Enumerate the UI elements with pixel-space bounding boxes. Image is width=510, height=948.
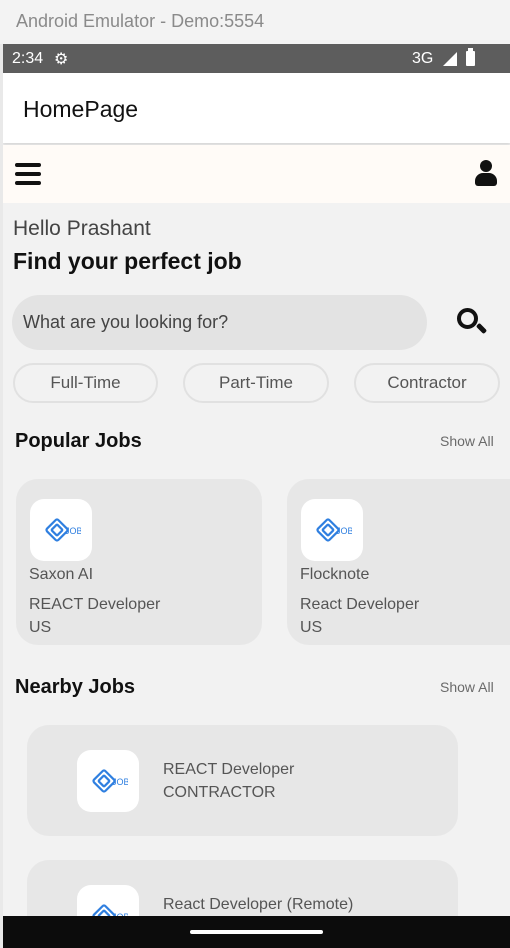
- company-name: Saxon AI: [29, 566, 94, 583]
- gear-icon: ⚙: [54, 51, 69, 68]
- job-location: US: [300, 619, 323, 636]
- nearby-jobs-show-all[interactable]: Show All: [440, 679, 494, 695]
- job-logo-icon: JOB: [77, 750, 139, 812]
- job-role: REACT Developer: [29, 596, 161, 613]
- job-logo-icon: JOB: [30, 499, 92, 561]
- chip-part-time[interactable]: Part-Time: [183, 363, 329, 403]
- user-icon[interactable]: [474, 160, 498, 188]
- job-title: REACT Developer: [163, 761, 295, 778]
- job-logo-icon: JOB: [301, 499, 363, 561]
- job-role: React Developer: [300, 596, 420, 613]
- popular-job-card[interactable]: JOB Flocknote React Developer US: [287, 479, 510, 645]
- search-box: [12, 295, 427, 350]
- header-row: [3, 145, 510, 203]
- home-gesture-handle[interactable]: [190, 930, 323, 934]
- battery-icon: [466, 48, 475, 66]
- company-name: Flocknote: [300, 566, 370, 583]
- navigation-bar: [3, 916, 510, 948]
- headline-text: Find your perfect job: [13, 248, 242, 274]
- search-icon[interactable]: [455, 306, 489, 340]
- status-bar: 2:34 ⚙ 3G: [3, 44, 510, 73]
- chip-contractor[interactable]: Contractor: [354, 363, 500, 403]
- popular-jobs-title: Popular Jobs: [15, 430, 142, 452]
- nearby-jobs-title: Nearby Jobs: [15, 676, 136, 698]
- job-type: CONTRACTOR: [163, 784, 276, 801]
- greeting-text: Hello Prashant: [13, 217, 151, 240]
- popular-job-card[interactable]: JOB Saxon AI REACT Developer US: [16, 479, 262, 645]
- app-bar: HomePage: [3, 73, 510, 143]
- emulator-title-bar: Android Emulator - Demo:5554: [0, 0, 510, 44]
- status-time: 2:34: [12, 50, 44, 67]
- svg-text:JOB: JOB: [65, 526, 81, 536]
- device-screen: 2:34 ⚙ 3G HomePage Hello Prashant Find y…: [3, 44, 510, 948]
- app-bar-title: HomePage: [23, 96, 139, 122]
- svg-text:JOB: JOB: [112, 777, 128, 787]
- job-title: React Developer (Remote): [163, 896, 354, 913]
- hamburger-menu-icon[interactable]: [15, 163, 41, 185]
- signal-icon: [443, 52, 457, 66]
- job-location: US: [29, 619, 52, 636]
- network-type: 3G: [412, 50, 434, 67]
- nearby-job-card[interactable]: JOB REACT Developer CONTRACTOR: [27, 725, 458, 836]
- chip-full-time[interactable]: Full-Time: [13, 363, 158, 403]
- emulator-title: Android Emulator - Demo:5554: [16, 11, 265, 31]
- svg-text:JOB: JOB: [336, 526, 352, 536]
- search-input[interactable]: [12, 295, 427, 350]
- popular-jobs-show-all[interactable]: Show All: [440, 433, 494, 449]
